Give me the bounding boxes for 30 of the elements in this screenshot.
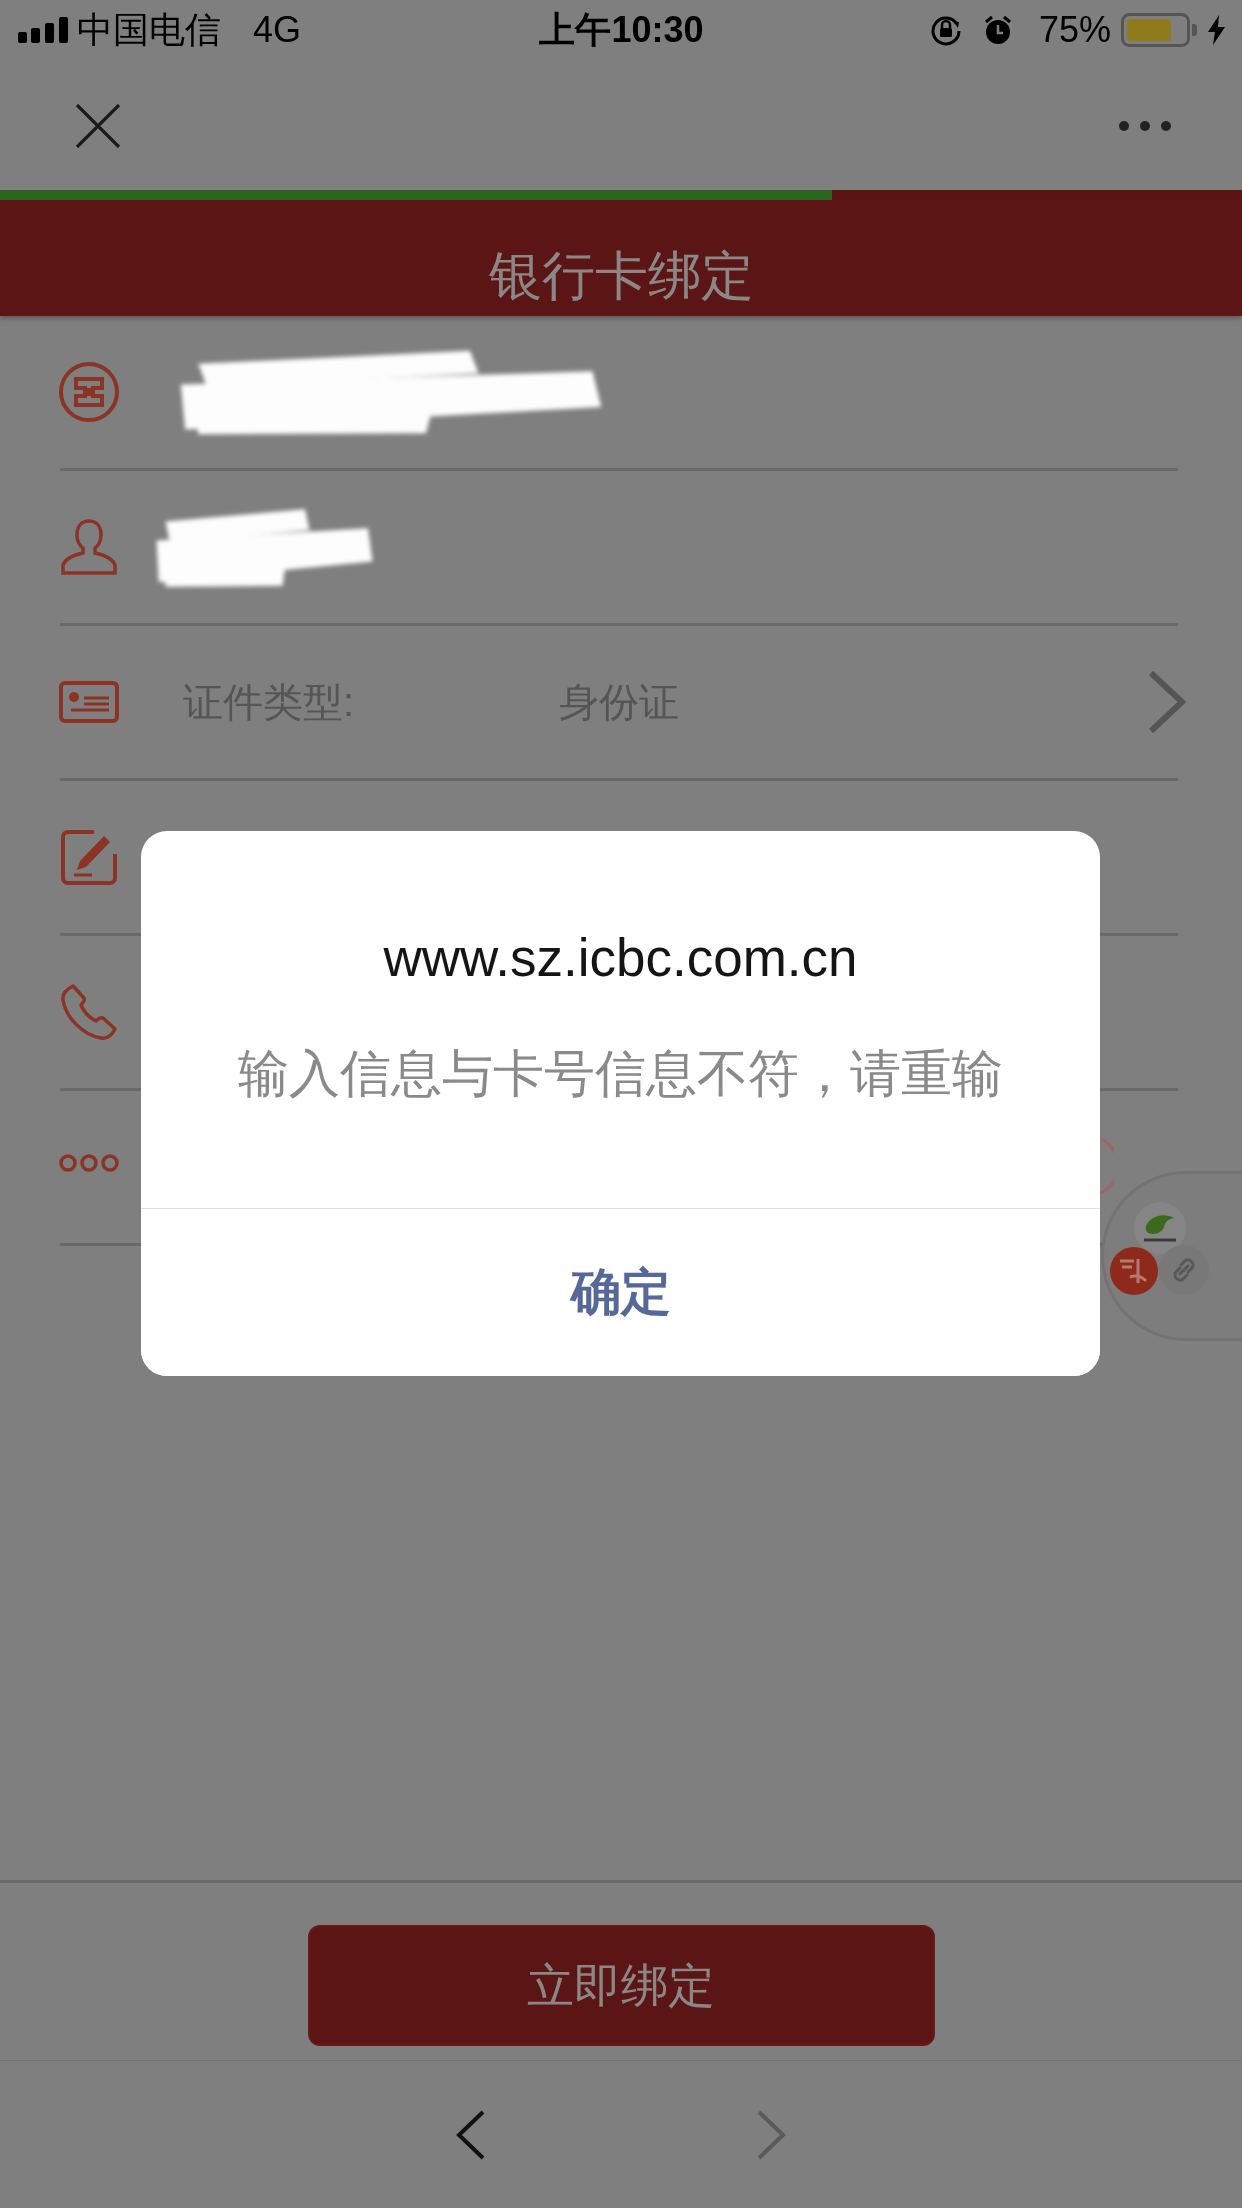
rotation-lock-icon [929,14,962,46]
bind-button[interactable]: 立即绑定 [307,1925,935,2046]
phone-icon [58,981,120,1043]
more-icon [1119,121,1171,131]
signal-icon [18,17,68,43]
alert-message: 输入信息与卡号信息不符，请重输 [237,1044,1004,1104]
leaf-logo-icon[interactable] [1134,1202,1186,1254]
carrier-name: 中国电信 [77,8,221,52]
page-title: 银行卡绑定 [488,245,754,307]
back-button[interactable] [455,2109,485,2160]
chevron-right-icon[interactable] [1147,669,1187,735]
link-icon[interactable] [1159,1245,1209,1295]
bank-logo-icon [58,361,120,423]
clock-time: 上午10:30 [539,8,704,52]
alarm-icon [983,15,1012,45]
person-icon [58,516,120,578]
arc-icon [1100,1137,1114,1195]
ellipsis-icon [58,1153,120,1173]
close-icon [75,104,121,148]
confirm-button[interactable]: 确定 [141,1208,1100,1376]
alert-title: www.sz.icbc.com.cn [382,927,859,989]
chevron-right-icon [757,2109,787,2160]
seal-logo-icon[interactable] [1110,1247,1158,1295]
battery-percent: 75% [1038,8,1111,52]
network-type: 4G [253,8,302,52]
close-button[interactable] [75,104,121,148]
charging-icon [1208,15,1225,45]
chevron-left-icon [455,2109,485,2160]
more-button[interactable] [1119,121,1171,131]
battery-icon [1121,13,1197,47]
